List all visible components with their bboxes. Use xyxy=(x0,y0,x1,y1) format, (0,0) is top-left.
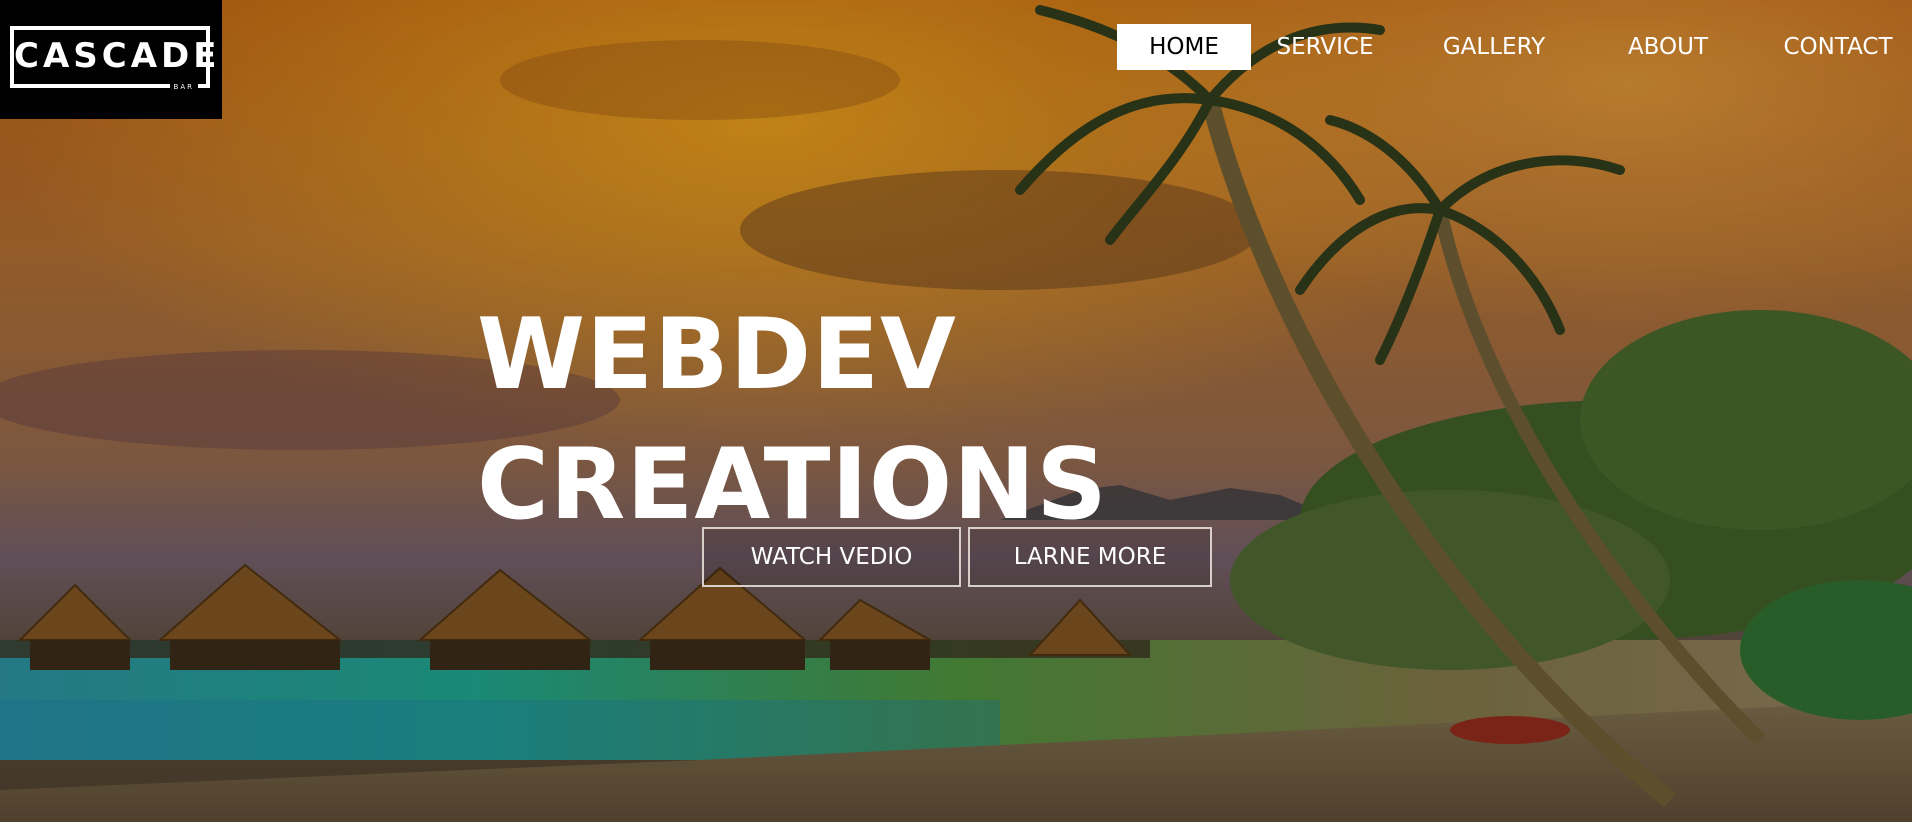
nav-item-about[interactable]: ABOUT xyxy=(1618,24,1718,70)
hero-title-line-1: WEBDEV xyxy=(477,298,957,412)
learn-more-button[interactable]: LARNE MORE xyxy=(968,527,1212,587)
logo-subtitle: BAR xyxy=(169,82,198,92)
nav-item-service[interactable]: SERVICE xyxy=(1265,24,1385,70)
logo-name: CASCADE xyxy=(14,36,221,76)
nav-item-contact[interactable]: CONTACT xyxy=(1764,24,1912,70)
hero-headline: WEBDEV CREATIONS xyxy=(477,290,1108,550)
nav-item-gallery[interactable]: GALLERY xyxy=(1434,24,1554,70)
logo-frame: CASCADE BAR xyxy=(10,26,221,92)
brand-logo[interactable]: CASCADE BAR xyxy=(0,0,222,119)
watch-video-button[interactable]: WATCH VEDIO xyxy=(702,527,961,587)
nav-item-home[interactable]: HOME xyxy=(1117,24,1251,70)
